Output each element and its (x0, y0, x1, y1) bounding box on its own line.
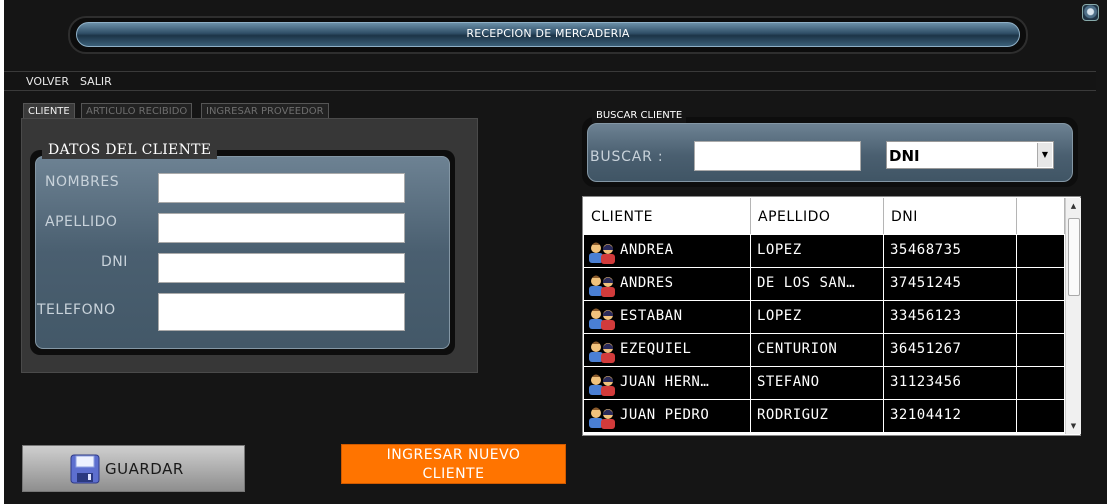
cell-apellido: LOPEZ (751, 301, 884, 334)
search-filter-value: DNI (889, 147, 920, 165)
new-client-label-line1: INGRESAR NUEVO (386, 447, 521, 463)
cell-empty (1017, 268, 1065, 301)
table-row[interactable]: EZEQUIEL CENTURION 36451267 (584, 334, 1065, 367)
tab-cliente[interactable]: CLIENTE (23, 103, 75, 119)
save-button-label: GUARDAR (105, 460, 184, 478)
label-nombres: NOMBRES (45, 174, 120, 190)
search-label: BUSCAR : (590, 149, 664, 165)
table-row[interactable]: ANDREA LOPEZ 35468735 (584, 235, 1065, 268)
column-header-empty (1017, 198, 1065, 234)
label-dni: DNI (101, 254, 128, 270)
scroll-up-icon[interactable]: ▲ (1066, 198, 1081, 214)
label-telefono: TELEFONO (37, 302, 116, 318)
users-icon (589, 242, 615, 264)
client-grid[interactable]: CLIENTE APELLIDO DNI ANDREA LOPEZ 35468735… (582, 196, 1081, 436)
cell-dni: 31123456 (884, 367, 1017, 400)
column-header-cliente[interactable]: CLIENTE (584, 198, 751, 234)
cell-dni: 33456123 (884, 301, 1017, 334)
table-row[interactable]: ANDRES DE LOS SAN… 37451245 (584, 268, 1065, 301)
column-header-dni[interactable]: DNI (884, 198, 1017, 234)
users-icon (589, 341, 615, 363)
cell-apellido: RODRIGUZ (751, 400, 884, 433)
menu-bar: VOLVER SALIR (4, 71, 1096, 91)
users-icon (589, 374, 615, 396)
users-icon (589, 407, 615, 429)
users-icon (589, 308, 615, 330)
label-apellido: APELLIDO (45, 214, 118, 230)
cell-dni: 36451267 (884, 334, 1017, 367)
cell-empty (1017, 400, 1065, 433)
menu-item-salir[interactable]: SALIR (80, 75, 112, 88)
users-icon (589, 275, 615, 297)
scroll-down-icon[interactable]: ▼ (1066, 418, 1081, 434)
minimize-icon[interactable] (1082, 4, 1099, 21)
cell-empty (1017, 334, 1065, 367)
search-legend: BUSCAR CLIENTE (592, 108, 687, 123)
title-banner: RECEPCION DE MERCADERIA (68, 16, 1028, 54)
chevron-down-icon[interactable]: ▼ (1037, 143, 1052, 167)
nombres-field[interactable] (158, 173, 405, 203)
cell-apellido: CENTURION (751, 334, 884, 367)
cell-empty (1017, 367, 1065, 400)
table-row[interactable]: ESTABAN LOPEZ 33456123 (584, 301, 1065, 334)
cell-apellido: LOPEZ (751, 235, 884, 268)
menu-item-volver[interactable]: VOLVER (26, 75, 69, 88)
vertical-scrollbar[interactable]: ▲ ▼ (1065, 198, 1081, 434)
cell-dni: 37451245 (884, 268, 1017, 301)
cell-dni: 32104412 (884, 400, 1017, 433)
apellido-field[interactable] (158, 213, 405, 243)
cell-dni: 35468735 (884, 235, 1017, 268)
app-window: RECEPCION DE MERCADERIA VOLVER SALIR CLI… (4, 0, 1107, 504)
search-input[interactable] (694, 141, 861, 171)
floppy-disk-icon (70, 454, 100, 484)
dni-field[interactable] (158, 253, 405, 283)
window-title: RECEPCION DE MERCADERIA (466, 27, 630, 40)
tab-articulo-recibido[interactable]: ARTICULO RECIBIDO (81, 103, 193, 119)
save-button[interactable]: GUARDAR (22, 445, 245, 492)
cell-apellido: DE LOS SAN… (751, 268, 884, 301)
client-data-legend: DATOS DEL CLIENTE (42, 141, 218, 159)
cell-apellido: STEFANO (751, 367, 884, 400)
cell-empty (1017, 235, 1065, 268)
new-client-button[interactable]: INGRESAR NUEVO CLIENTE (341, 444, 566, 484)
search-filter-select[interactable]: DNI ▼ (886, 141, 1054, 169)
tab-ingresar-proveedor[interactable]: INGRESAR PROVEEDOR (201, 103, 329, 119)
scroll-thumb[interactable] (1068, 218, 1080, 296)
table-row[interactable]: JUAN HERN… STEFANO 31123456 (584, 367, 1065, 400)
column-header-apellido[interactable]: APELLIDO (751, 198, 884, 234)
telefono-field[interactable] (158, 293, 405, 331)
cell-empty (1017, 301, 1065, 334)
table-row[interactable]: JUAN PEDRO RODRIGUZ 32104412 (584, 400, 1065, 433)
new-client-label-line2: CLIENTE (422, 466, 485, 482)
